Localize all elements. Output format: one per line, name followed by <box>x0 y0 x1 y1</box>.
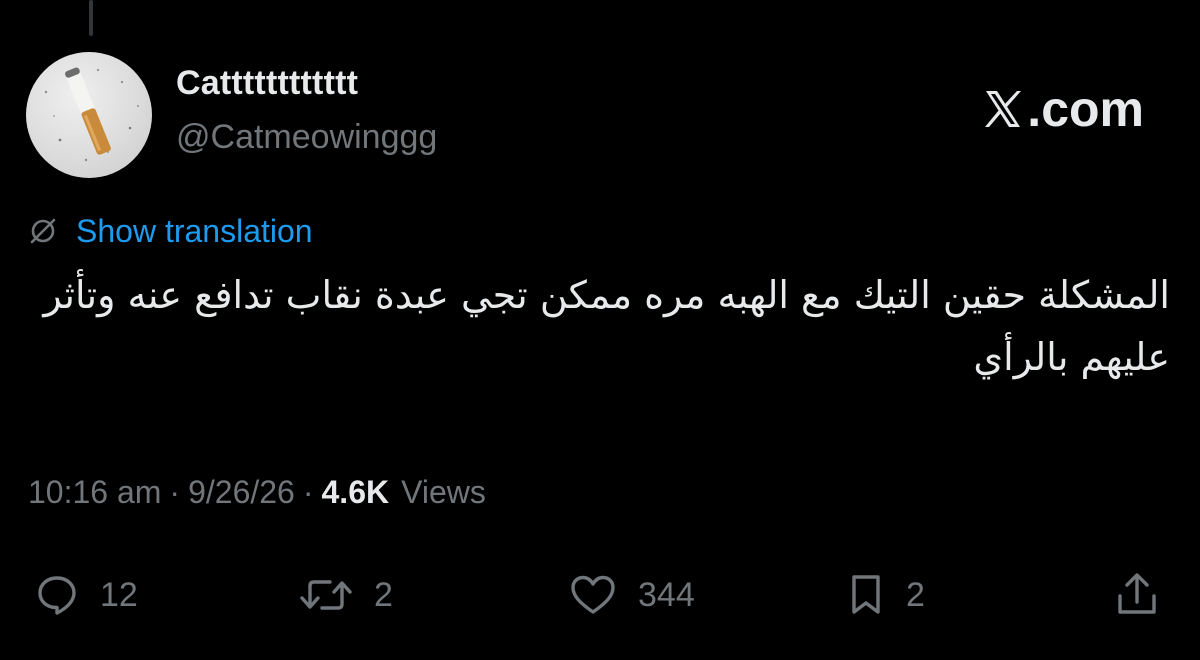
like-button[interactable]: 344 <box>568 568 695 622</box>
tweet-date[interactable]: 9/26/26 <box>188 474 295 511</box>
meta-separator: · <box>169 474 181 510</box>
user-handle[interactable]: @Catmeowinggg <box>176 118 437 157</box>
share-button[interactable] <box>1114 568 1180 622</box>
action-bar: 12 2 344 2 <box>0 568 1200 622</box>
like-count: 344 <box>638 575 695 614</box>
x-logo-icon <box>985 91 1022 127</box>
bookmark-icon <box>852 575 880 614</box>
x-brand-watermark: .com <box>981 81 1144 137</box>
show-translation-link[interactable]: Show translation <box>76 213 313 250</box>
tweet-metadata: 10:16 am · 9/26/26 · 4.6K Views <box>28 474 486 511</box>
cigarette-avatar-image <box>44 67 139 162</box>
bookmark-button[interactable]: 2 <box>846 568 925 622</box>
meta-separator: · <box>302 474 314 510</box>
reply-count: 12 <box>100 575 138 614</box>
display-name[interactable]: Catttttttttttt <box>176 64 358 103</box>
tweet-time[interactable]: 10:16 am <box>28 474 161 511</box>
tweet-text: المشكلة حقين التيك مع الهبه مره ممكن تجي… <box>43 273 1170 379</box>
views-count[interactable]: 4.6K <box>322 474 390 511</box>
repost-icon <box>300 580 352 610</box>
repost-button[interactable]: 2 <box>298 568 393 622</box>
brand-domain: .com <box>1027 81 1144 137</box>
reply-icon <box>38 576 76 615</box>
globe-slash-icon <box>30 218 56 244</box>
heart-icon <box>571 575 615 614</box>
avatar[interactable] <box>26 52 152 178</box>
views-label: Views <box>401 474 486 510</box>
thread-connector-line <box>89 0 93 36</box>
share-icon <box>1118 573 1156 614</box>
bookmark-count: 2 <box>906 575 925 614</box>
translate-row[interactable]: Show translation <box>28 208 313 254</box>
reply-button[interactable]: 12 <box>34 568 138 622</box>
repost-count: 2 <box>374 575 393 614</box>
